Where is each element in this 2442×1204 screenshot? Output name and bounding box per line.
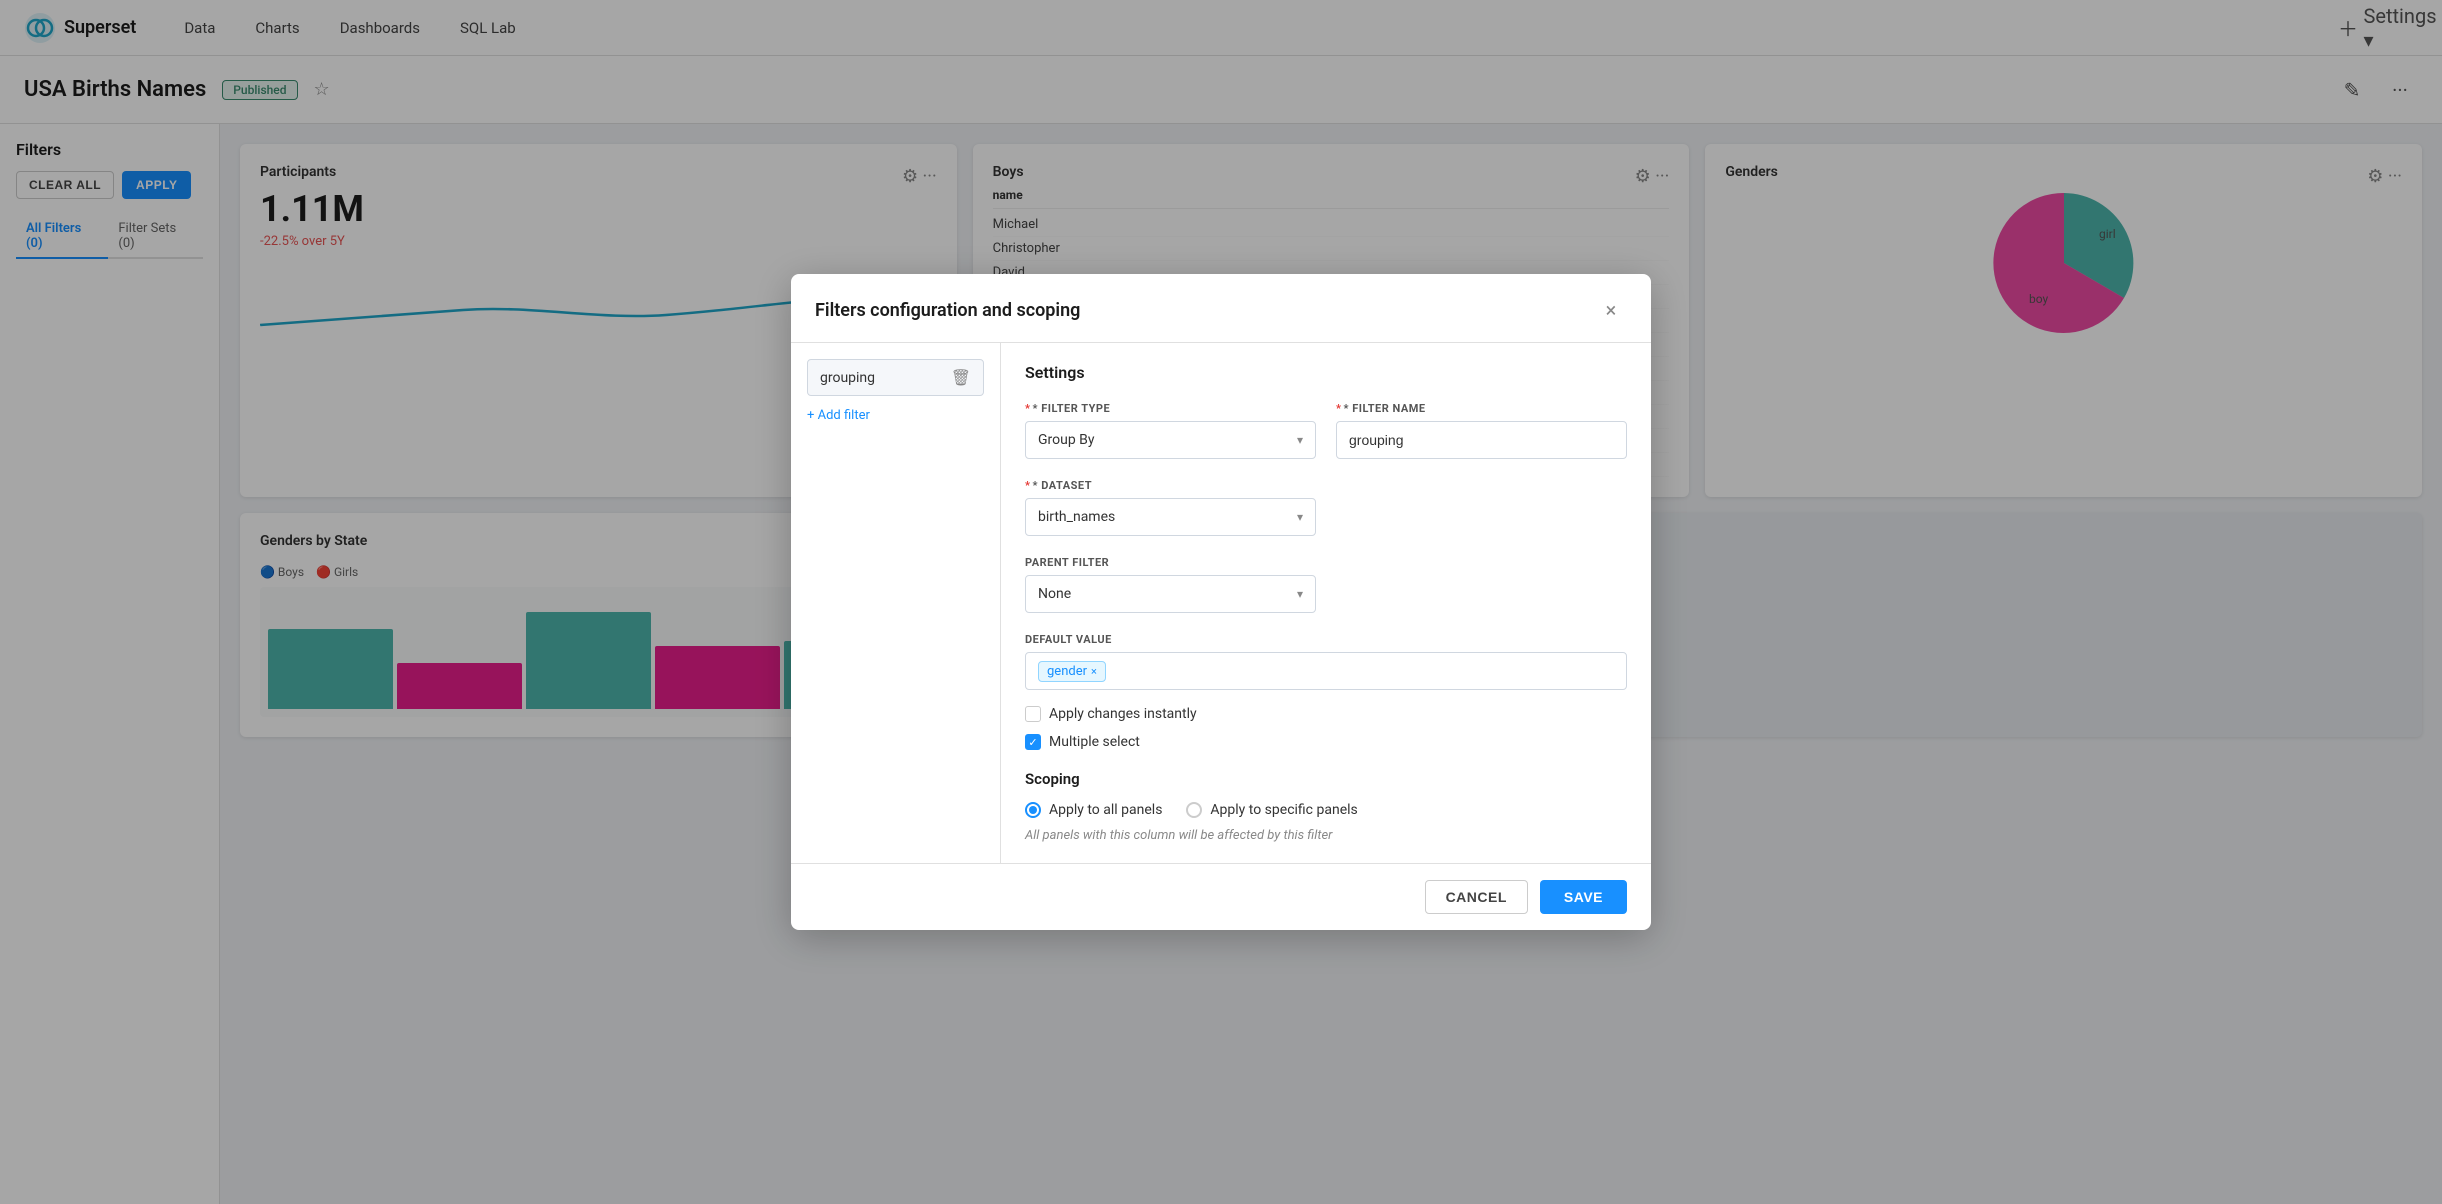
gender-tag-close-icon[interactable]: × [1091, 665, 1097, 678]
cancel-button[interactable]: CANCEL [1425, 880, 1528, 914]
filter-type-value: Group By [1038, 432, 1095, 448]
add-filter-button[interactable]: + Add filter [807, 404, 984, 427]
apply-instantly-checkbox[interactable] [1025, 706, 1041, 722]
apply-all-panels-radio[interactable] [1025, 802, 1041, 818]
filter-item-label: grouping [820, 370, 951, 386]
filter-delete-button[interactable]: 🗑 [951, 368, 971, 387]
modal-title: Filters configuration and scoping [815, 300, 1080, 321]
default-value-group: DEFAULT VALUE gender × [1025, 633, 1627, 690]
dataset-value: birth_names [1038, 509, 1115, 525]
modal-overlay[interactable]: Filters configuration and scoping × grou… [0, 0, 2442, 1204]
modal-close-button[interactable]: × [1595, 294, 1627, 326]
apply-specific-panels-option[interactable]: Apply to specific panels [1186, 802, 1357, 818]
form-row-parent: PARENT FILTER None ▾ [1025, 556, 1627, 613]
parent-filter-select[interactable]: None ▾ [1025, 575, 1316, 613]
default-value-tag-input[interactable]: gender × [1025, 652, 1627, 690]
parent-filter-value: None [1038, 586, 1071, 602]
filter-type-group: ** FILTER TYPE Group By ▾ [1025, 402, 1316, 459]
modal-body: grouping 🗑 + Add filter Settings ** FILT… [791, 343, 1651, 863]
apply-all-panels-label: Apply to all panels [1049, 802, 1162, 818]
dataset-label: ** DATASET [1025, 479, 1316, 492]
gender-tag-label: gender [1047, 664, 1087, 679]
parent-filter-chevron-icon: ▾ [1297, 587, 1303, 601]
scoping-title: Scoping [1025, 770, 1627, 788]
filter-config-modal: Filters configuration and scoping × grou… [791, 274, 1651, 930]
scoping-radio-row: Apply to all panels Apply to specific pa… [1025, 802, 1627, 818]
form-row-dataset: ** DATASET birth_names ▾ [1025, 479, 1627, 536]
apply-specific-panels-label: Apply to specific panels [1210, 802, 1357, 818]
parent-filter-label: PARENT FILTER [1025, 556, 1316, 569]
apply-instantly-label: Apply changes instantly [1049, 706, 1197, 722]
modal-header: Filters configuration and scoping × [791, 274, 1651, 343]
dataset-select[interactable]: birth_names ▾ [1025, 498, 1316, 536]
apply-instantly-row: Apply changes instantly [1025, 706, 1627, 722]
default-value-label: DEFAULT VALUE [1025, 633, 1627, 646]
modal-footer: CANCEL SAVE [791, 863, 1651, 930]
scoping-hint: All panels with this column will be affe… [1025, 828, 1627, 843]
apply-all-panels-option[interactable]: Apply to all panels [1025, 802, 1162, 818]
filter-type-select[interactable]: Group By ▾ [1025, 421, 1316, 459]
multiple-select-label: Multiple select [1049, 734, 1140, 750]
filter-name-label: ** FILTER NAME [1336, 402, 1627, 415]
form-row-type-name: ** FILTER TYPE Group By ▾ ** FILTER NAME [1025, 402, 1627, 459]
multiple-select-row: Multiple select [1025, 734, 1627, 750]
modal-filter-list: grouping 🗑 + Add filter [791, 343, 1001, 863]
multiple-select-checkbox[interactable] [1025, 734, 1041, 750]
modal-settings-panel: Settings ** FILTER TYPE Group By ▾ [1001, 343, 1651, 863]
filter-type-chevron-icon: ▾ [1297, 433, 1303, 447]
gender-tag[interactable]: gender × [1038, 661, 1106, 682]
filter-name-input[interactable] [1336, 421, 1627, 459]
parent-filter-group: PARENT FILTER None ▾ [1025, 556, 1316, 613]
dataset-chevron-icon: ▾ [1297, 510, 1303, 524]
scoping-section: Scoping Apply to all panels Apply to spe… [1025, 770, 1627, 843]
filter-type-label: ** FILTER TYPE [1025, 402, 1316, 415]
save-button[interactable]: SAVE [1540, 880, 1627, 914]
filter-name-group: ** FILTER NAME [1336, 402, 1627, 459]
settings-title: Settings [1025, 363, 1627, 382]
dataset-group: ** DATASET birth_names ▾ [1025, 479, 1316, 536]
filter-list-item-grouping[interactable]: grouping 🗑 [807, 359, 984, 396]
apply-specific-panels-radio[interactable] [1186, 802, 1202, 818]
